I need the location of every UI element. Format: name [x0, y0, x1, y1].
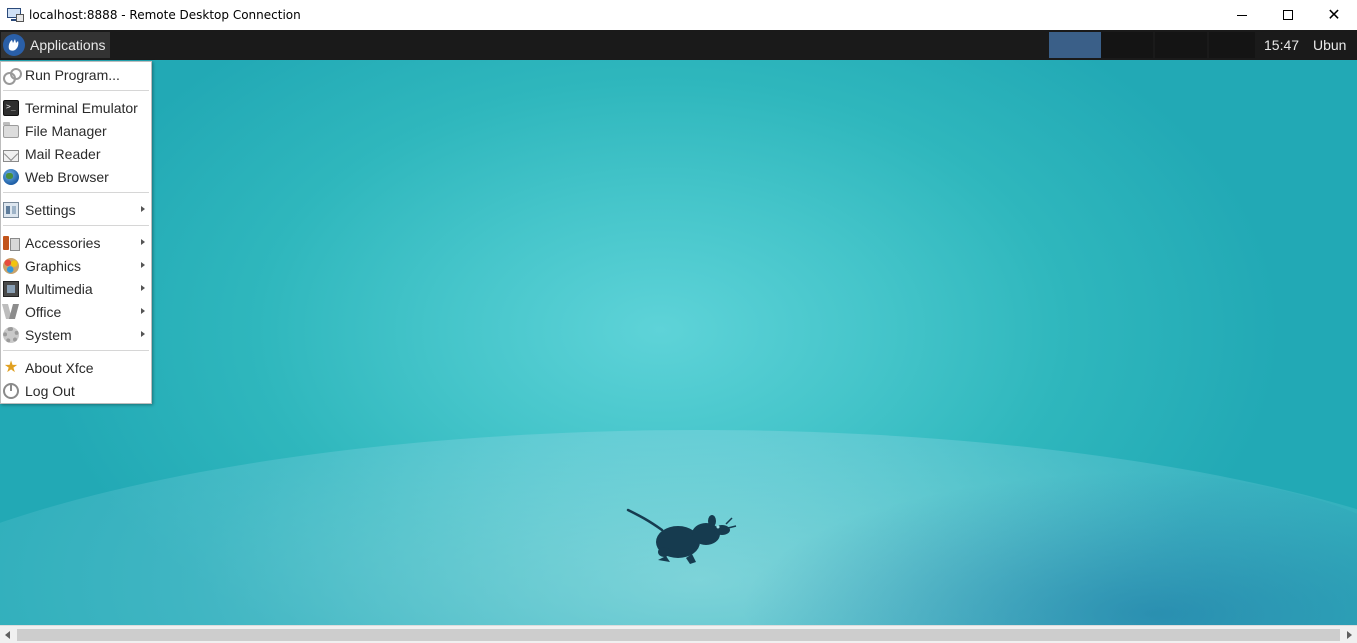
menu-item-label: Terminal Emulator [25, 99, 138, 116]
maximize-button[interactable] [1265, 0, 1311, 30]
system-icon [3, 326, 19, 343]
applications-menu-button[interactable]: Applications [1, 32, 110, 58]
submenu-arrow-icon [141, 262, 145, 268]
globe-icon [3, 168, 19, 185]
menu-item-label: Log Out [25, 382, 75, 399]
horizontal-scrollbar[interactable] [0, 625, 1357, 643]
menu-item-file-manager[interactable]: File Manager [1, 119, 151, 142]
applications-menu: Run Program... Terminal Emulator File Ma… [0, 61, 152, 404]
minimize-button[interactable] [1219, 0, 1265, 30]
menu-separator [3, 350, 149, 351]
menu-item-accessories[interactable]: Accessories [1, 231, 151, 254]
office-icon [3, 304, 19, 320]
menu-item-settings[interactable]: Settings [1, 198, 151, 221]
submenu-arrow-icon [141, 308, 145, 314]
minimize-icon [1237, 14, 1247, 16]
folder-icon [3, 122, 19, 138]
menu-item-log-out[interactable]: Log Out [1, 379, 151, 402]
submenu-arrow-icon [141, 239, 145, 245]
submenu-arrow-icon [141, 331, 145, 337]
xfce-desktop[interactable]: Applications 15:47 Ubun Run Program... T… [0, 30, 1357, 625]
menu-item-multimedia[interactable]: Multimedia [1, 277, 151, 300]
workspace-2-button[interactable] [1101, 32, 1153, 58]
menu-separator [3, 90, 149, 91]
submenu-arrow-icon [141, 206, 145, 212]
menu-item-label: System [25, 326, 72, 343]
panel-clock[interactable]: 15:47 [1264, 30, 1299, 60]
menu-separator [3, 225, 149, 226]
run-icon [3, 67, 22, 85]
graphics-icon [3, 257, 19, 274]
remote-desktop-icon [7, 7, 24, 23]
terminal-icon [3, 99, 19, 116]
menu-item-label: Multimedia [25, 280, 93, 297]
menu-item-label: File Manager [25, 122, 107, 139]
menu-item-run-program[interactable]: Run Program... [1, 63, 151, 86]
window-title: localhost:8888 - Remote Desktop Connecti… [29, 8, 301, 22]
mail-icon [3, 149, 19, 162]
menu-item-label: Web Browser [25, 168, 109, 185]
menu-item-graphics[interactable]: Graphics [1, 254, 151, 277]
menu-item-label: About Xfce [25, 359, 94, 376]
menu-item-label: Settings [25, 201, 76, 218]
star-icon: ★ [3, 358, 19, 376]
scrollbar-thumb[interactable] [17, 629, 1340, 641]
menu-item-label: Accessories [25, 234, 101, 251]
menu-item-system[interactable]: System [1, 323, 151, 346]
close-button[interactable]: ✕ [1311, 0, 1357, 30]
window-controls: ✕ [1219, 0, 1357, 30]
settings-icon [3, 201, 19, 218]
workspace-3-button[interactable] [1155, 32, 1207, 58]
scroll-left-icon[interactable] [5, 631, 10, 639]
workspace-1-button[interactable] [1049, 32, 1101, 58]
xfce-logo-icon [3, 34, 25, 56]
accessories-icon [3, 235, 20, 251]
menu-item-terminal-emulator[interactable]: Terminal Emulator [1, 96, 151, 119]
close-icon: ✕ [1327, 5, 1341, 24]
menu-separator [3, 192, 149, 193]
menu-item-mail-reader[interactable]: Mail Reader [1, 142, 151, 165]
scroll-right-icon[interactable] [1347, 631, 1352, 639]
submenu-arrow-icon [141, 285, 145, 291]
menu-item-label: Mail Reader [25, 145, 101, 162]
menu-item-label: Office [25, 303, 62, 320]
menu-item-web-browser[interactable]: Web Browser [1, 165, 151, 188]
applications-label: Applications [30, 37, 106, 53]
menu-item-office[interactable]: Office [1, 300, 151, 323]
menu-item-label: Graphics [25, 257, 82, 274]
menu-item-about-xfce[interactable]: ★ About Xfce [1, 356, 151, 379]
multimedia-icon [3, 280, 19, 297]
xfce-mouse-wallpaper-logo [626, 508, 737, 564]
maximize-icon [1283, 10, 1293, 20]
power-icon [3, 382, 19, 399]
menu-item-label: Run Program... [25, 66, 120, 83]
xfce-panel: Applications 15:47 Ubun [0, 30, 1357, 60]
window-titlebar: localhost:8888 - Remote Desktop Connecti… [0, 0, 1357, 30]
panel-user-menu[interactable]: Ubun [1313, 30, 1357, 60]
workspace-4-button[interactable] [1209, 32, 1255, 58]
